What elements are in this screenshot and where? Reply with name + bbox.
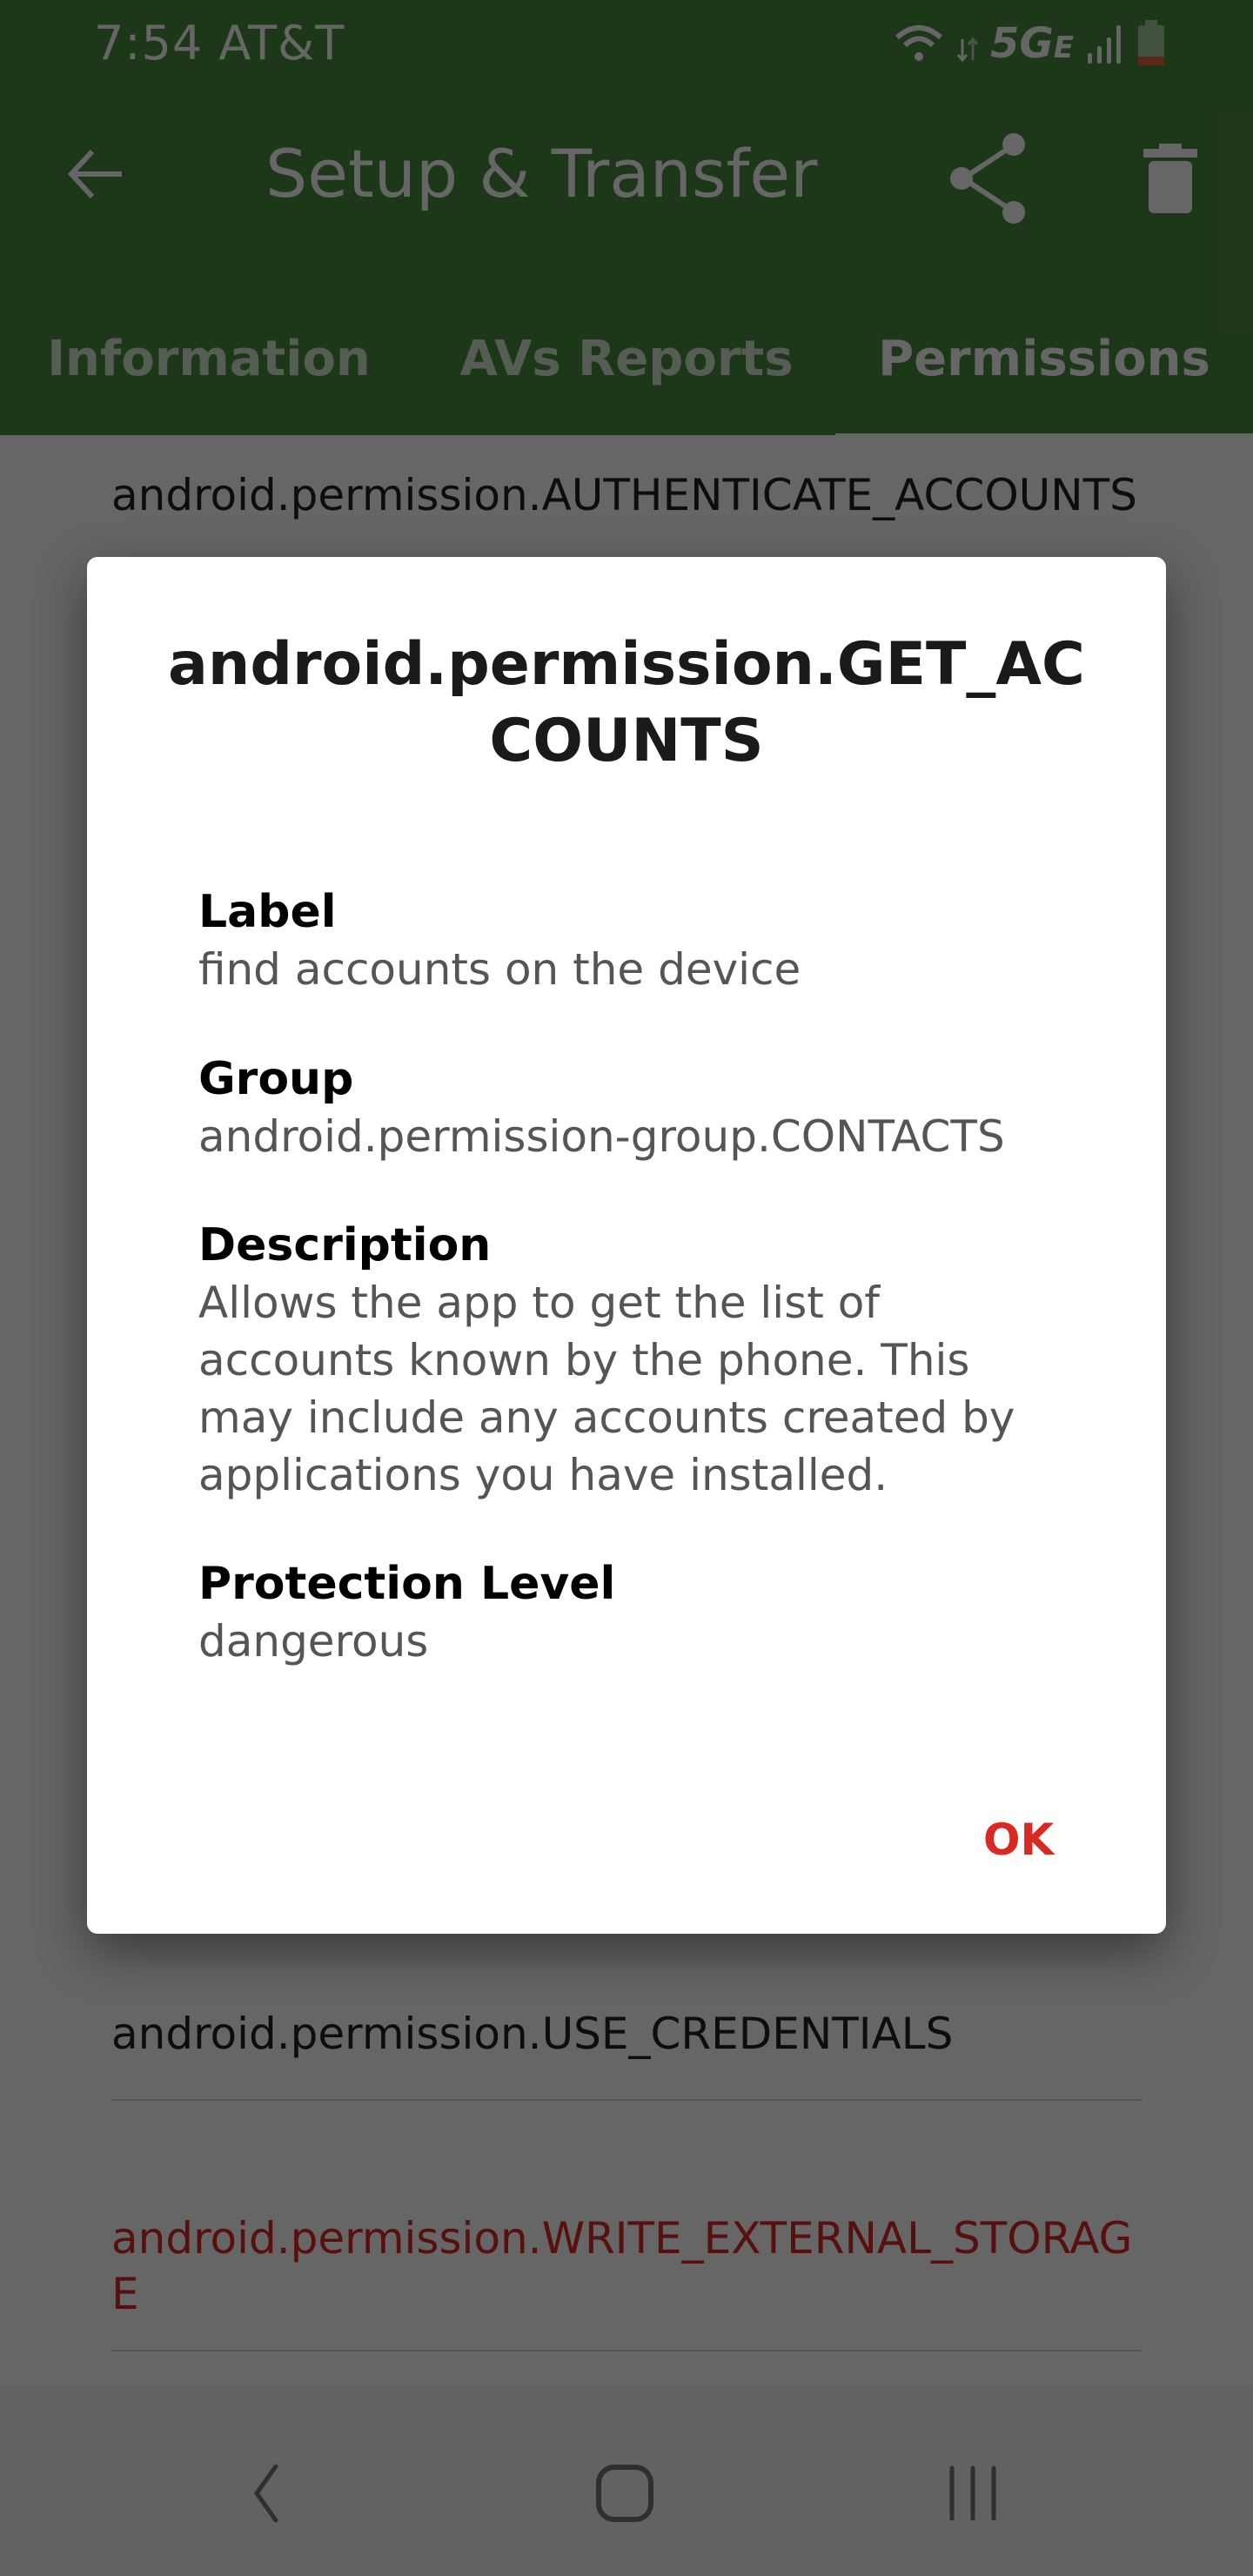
field-label-section: Label find accounts on the device — [198, 883, 1069, 998]
field-description-section: Description Allows the app to get the li… — [198, 1217, 1034, 1504]
screen: 7:54 AT&T 5GE — [0, 0, 1253, 2576]
field-protection-level-section: Protection Level dangerous — [198, 1555, 1069, 1670]
field-label: Group — [198, 1053, 354, 1105]
field-label: Protection Level — [198, 1558, 616, 1610]
field-value: Allows the app to get the list of accoun… — [198, 1278, 1015, 1500]
field-value: dangerous — [198, 1616, 429, 1667]
field-value: find accounts on the device — [198, 944, 801, 995]
field-group-section: Group android.permission-group.CONTACTS — [198, 1050, 1069, 1165]
field-label: Description — [198, 1219, 492, 1271]
permission-dialog: android.permission.GET_ACCOUNTS Label fi… — [87, 557, 1166, 1934]
field-value: android.permission-group.CONTACTS — [198, 1111, 1005, 1162]
ok-button[interactable]: OK — [966, 1806, 1071, 1874]
dialog-title: android.permission.GET_ACCOUNTS — [168, 630, 1085, 775]
field-label: Label — [198, 886, 337, 938]
